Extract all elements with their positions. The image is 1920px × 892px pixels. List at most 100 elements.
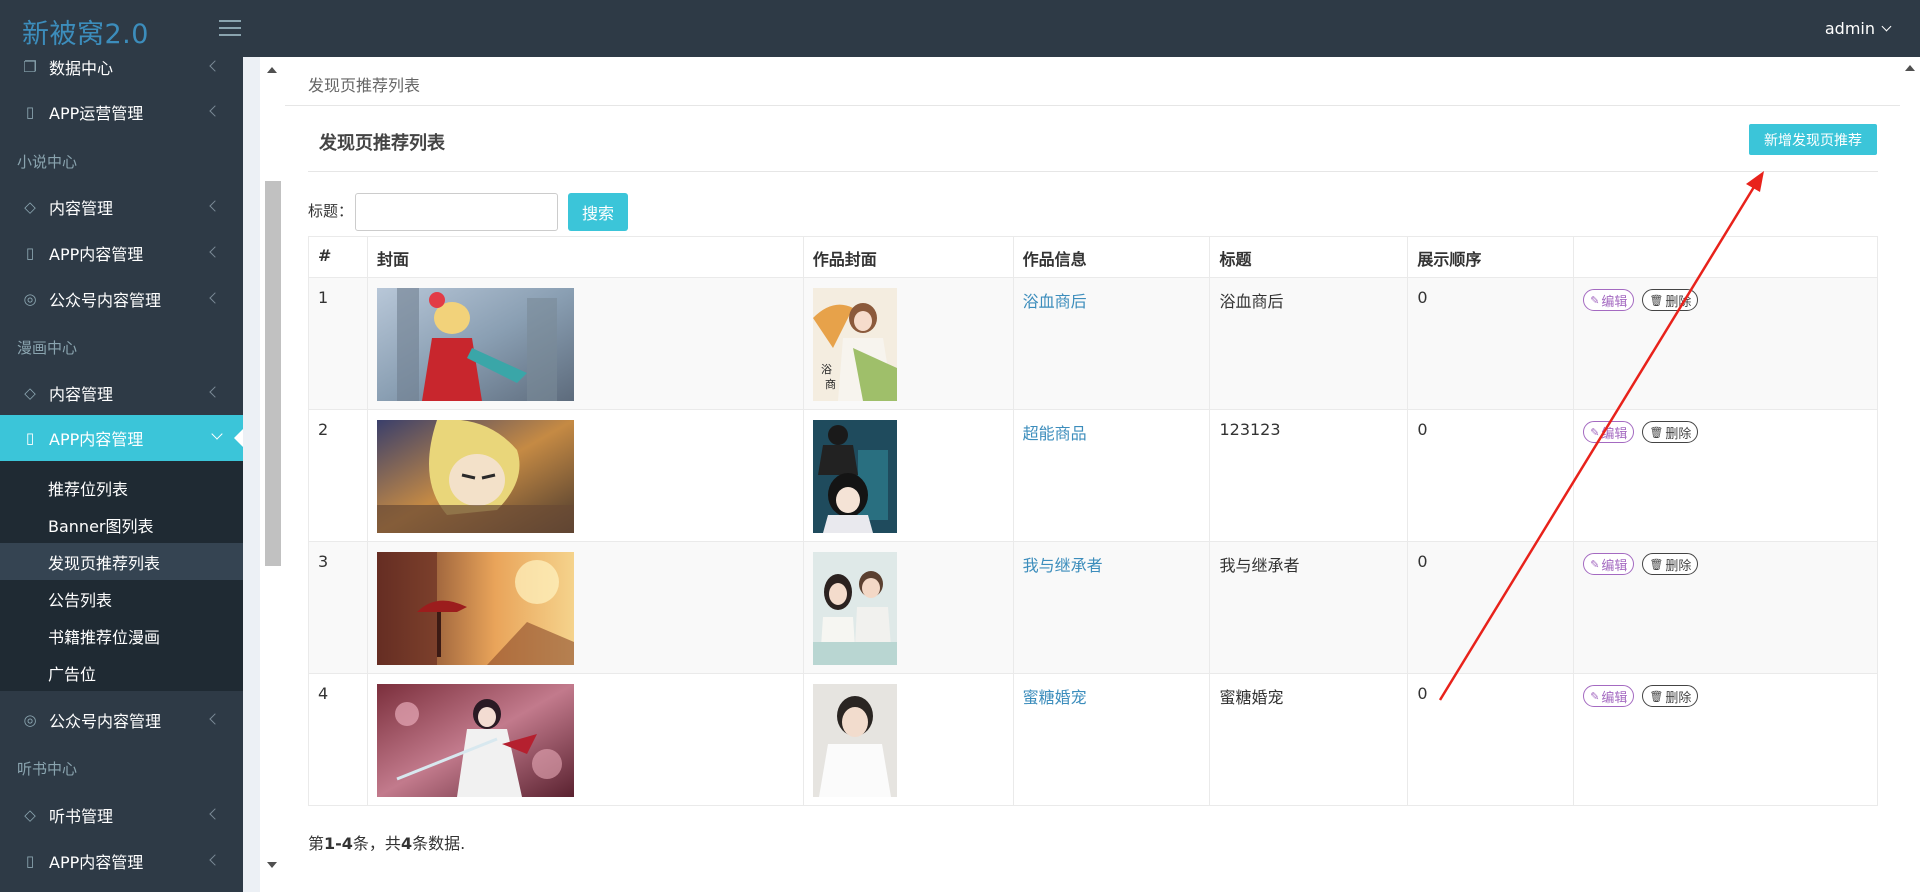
scroll-thumb[interactable] — [265, 181, 281, 566]
delete-button[interactable]: 🗑 删除 — [1642, 289, 1699, 311]
sidebar-item-comic-app-content[interactable]: ▯ APP内容管理 — [0, 415, 243, 461]
work-link[interactable]: 浴血商后 — [1023, 292, 1087, 311]
title-cell: 浴血商后 — [1209, 277, 1409, 410]
title-cell: 蜜糖婚宠 — [1209, 673, 1409, 806]
sidebar-item-data-center[interactable]: ❐ 数据中心 — [0, 57, 243, 90]
work-link[interactable]: 我与继承者 — [1023, 556, 1103, 575]
tag-icon: ◇ — [24, 384, 36, 402]
work-info-cell: 蜜糖婚宠 — [1012, 673, 1211, 806]
app-logo[interactable]: 新被窝2.0 — [22, 12, 149, 51]
cover-image[interactable] — [376, 288, 574, 401]
column-header-work-info: 作品信息 — [1012, 236, 1211, 278]
work-cover-image[interactable] — [812, 684, 897, 797]
work-cover-cell — [802, 409, 1014, 542]
title-search-input[interactable] — [355, 193, 558, 231]
pagination-summary: 第1-4条，共4条数据. — [308, 834, 466, 853]
work-link[interactable]: 超能商品 — [1023, 424, 1087, 443]
column-header-order: 展示顺序 — [1407, 236, 1575, 278]
recommend-table: # 封面 作品封面 作品信息 标题 展示顺序 1 浴 商 浴血商后 浴血商后 0… — [308, 236, 1878, 806]
sidebar-item-label: 内容管理 — [49, 385, 114, 404]
table-row: 2 超能商品 123123 0 ✎ 编辑 🗑 删除 — [308, 409, 1878, 542]
sidebar-scrollbar[interactable] — [260, 57, 285, 892]
sidebar-subitem-announcements[interactable]: 公告列表 — [0, 580, 243, 617]
scroll-up-arrow-icon[interactable] — [267, 67, 277, 73]
cover-image[interactable] — [376, 684, 574, 797]
sidebar-item-label: 内容管理 — [49, 199, 114, 218]
sidebar-item-label: 公众号内容管理 — [49, 712, 162, 731]
actions-cell: ✎ 编辑 🗑 删除 — [1573, 673, 1878, 806]
sidebar-subitem-book-recommend-comic[interactable]: 书籍推荐位漫画 — [0, 617, 243, 654]
cover-image[interactable] — [376, 552, 574, 665]
edit-button[interactable]: ✎ 编辑 — [1583, 553, 1635, 575]
chevron-left-icon — [209, 713, 221, 725]
delete-button[interactable]: 🗑 删除 — [1642, 685, 1699, 707]
edit-button[interactable]: ✎ 编辑 — [1583, 289, 1635, 311]
work-link[interactable]: 蜜糖婚宠 — [1023, 688, 1087, 707]
scroll-up-arrow-icon[interactable] — [1905, 65, 1915, 71]
trash-icon: 🗑 — [1649, 293, 1664, 307]
sidebar-item-audiobook-app-content[interactable]: ▯ APP内容管理 — [0, 838, 243, 884]
cover-cell — [366, 277, 804, 410]
column-header-cover: 封面 — [366, 236, 804, 278]
search-button[interactable]: 搜索 — [568, 193, 628, 231]
page-title: 发现页推荐列表 — [319, 133, 445, 154]
row-index: 4 — [308, 673, 368, 806]
sidebar-toggle-icon[interactable] — [219, 20, 241, 36]
sidebar-subitem-banner-list[interactable]: Banner图列表 — [0, 506, 243, 543]
work-cover-image[interactable] — [812, 420, 897, 533]
tag-icon: ◇ — [24, 806, 36, 824]
user-menu[interactable]: admin — [1825, 19, 1892, 38]
compass-icon: ◎ — [23, 711, 37, 729]
chevron-left-icon — [209, 292, 221, 304]
chevron-down-icon — [1881, 21, 1892, 32]
table-row: 3 我与继承者 我与继承者 0 ✎ 编辑 🗑 删除 — [308, 541, 1878, 674]
work-info-cell: 我与继承者 — [1012, 541, 1211, 674]
sidebar-item-novel-wechat-content[interactable]: ◎ 公众号内容管理 — [0, 276, 243, 322]
sidebar-item-label: APP运营管理 — [49, 104, 144, 123]
column-header-actions — [1573, 236, 1878, 278]
table-row: 1 浴 商 浴血商后 浴血商后 0 ✎ 编辑 🗑 删除 — [308, 277, 1878, 410]
edit-icon: ✎ — [1590, 425, 1600, 439]
sidebar-item-label: APP内容管理 — [49, 245, 144, 264]
page-scrollbar[interactable] — [1900, 57, 1920, 892]
delete-button[interactable]: 🗑 删除 — [1642, 553, 1699, 575]
edit-button[interactable]: ✎ 编辑 — [1583, 421, 1635, 443]
sidebar-item-comic-content[interactable]: ◇ 内容管理 — [0, 370, 243, 416]
sidebar-subitem-recommend-slots[interactable]: 推荐位列表 — [0, 469, 243, 506]
chevron-left-icon — [209, 105, 221, 117]
work-cover-image[interactable] — [812, 552, 897, 665]
sidebar-header-comic: 漫画中心 — [17, 339, 78, 357]
chevron-down-icon — [211, 428, 223, 440]
edit-button[interactable]: ✎ 编辑 — [1583, 685, 1635, 707]
delete-button[interactable]: 🗑 删除 — [1642, 421, 1699, 443]
scroll-down-arrow-icon[interactable] — [267, 862, 277, 868]
copy-icon: ❐ — [23, 58, 37, 76]
mobile-icon: ▯ — [25, 852, 35, 870]
sidebar-item-novel-app-content[interactable]: ▯ APP内容管理 — [0, 230, 243, 276]
order-cell: 0 — [1407, 277, 1575, 410]
breadcrumb: 发现页推荐列表 — [308, 76, 421, 95]
sidebar-item-comic-wechat-content[interactable]: ◎ 公众号内容管理 — [0, 697, 243, 743]
order-cell: 0 — [1407, 409, 1575, 542]
trash-icon: 🗑 — [1649, 689, 1664, 703]
column-header-title: 标题 — [1209, 236, 1409, 278]
main-content: 发现页推荐列表 发现页推荐列表 新增发现页推荐 标题： 搜索 # 封面 作品封面… — [285, 57, 1900, 892]
sidebar-item-audiobook-manage[interactable]: ◇ 听书管理 — [0, 792, 243, 838]
divider — [285, 105, 1900, 106]
compass-icon: ◎ — [23, 290, 37, 308]
sidebar-item-app-operations[interactable]: ▯ APP运营管理 — [0, 89, 243, 135]
mobile-icon: ▯ — [25, 429, 35, 447]
chevron-left-icon — [209, 246, 221, 258]
work-cover-cell — [802, 673, 1014, 806]
svg-text:浴: 浴 — [821, 363, 832, 376]
top-navbar: 新被窝2.0 admin — [0, 0, 1920, 57]
search-label: 标题： — [308, 202, 354, 220]
column-header-index: # — [308, 236, 368, 278]
sidebar-subitem-discover-recommend[interactable]: 发现页推荐列表 — [0, 543, 243, 580]
sidebar-item-novel-content[interactable]: ◇ 内容管理 — [0, 184, 243, 230]
add-discover-recommend-button[interactable]: 新增发现页推荐 — [1749, 124, 1877, 155]
sidebar-subitem-ads[interactable]: 广告位 — [0, 654, 243, 691]
chevron-left-icon — [209, 200, 221, 212]
cover-image[interactable] — [376, 420, 574, 533]
work-cover-image[interactable]: 浴 商 — [812, 288, 897, 401]
